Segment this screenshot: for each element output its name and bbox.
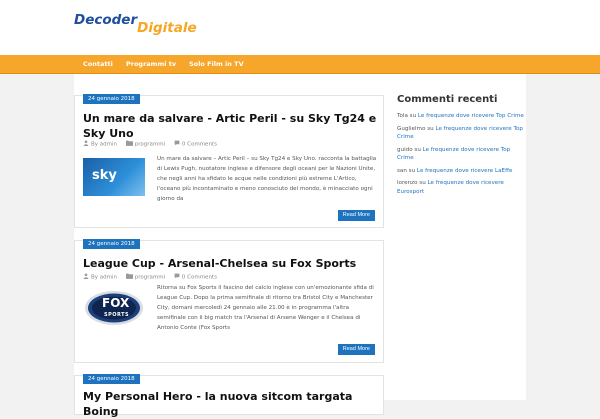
comment-author: lorenzo bbox=[397, 180, 418, 186]
post-excerpt: Un mare da salvare – Artic Peril – su Sk… bbox=[157, 156, 377, 202]
comment-author: Guglielmo bbox=[397, 125, 426, 132]
post-title[interactable]: Un mare da salvare - Artic Peril - su Sk… bbox=[83, 111, 378, 141]
comment-icon bbox=[174, 273, 180, 281]
recent-comment-item: guido su Le frequenze dove ricevere Top … bbox=[397, 146, 526, 163]
folder-icon bbox=[125, 140, 133, 148]
nav-item-contatti[interactable]: Contatti bbox=[83, 55, 113, 74]
comment-connector: su bbox=[427, 125, 434, 132]
recent-comment-item: san su Le frequenze dove ricevere LaEffe bbox=[397, 167, 526, 176]
post-title[interactable]: League Cup - Arsenal-Chelsea su Fox Spor… bbox=[83, 256, 378, 271]
sidebar-recent-comments: Commenti recenti Tola su Le frequenze do… bbox=[397, 94, 526, 200]
sports-logo-text: SPORTS bbox=[104, 312, 130, 318]
post-comments-link[interactable]: 0 Comments bbox=[182, 275, 217, 281]
sky-logo-text: sky bbox=[92, 168, 117, 183]
sidebar-title: Commenti recenti bbox=[397, 94, 498, 105]
post-category-link[interactable]: programmi bbox=[135, 275, 165, 281]
comment-author: Tola bbox=[397, 113, 408, 119]
read-more-button[interactable]: Read More bbox=[337, 210, 375, 221]
post-card: 24 gennaio 2018 Un mare da salvare - Art… bbox=[74, 94, 384, 228]
meta-by: By bbox=[91, 274, 99, 281]
site-header: DecoderDigitale bbox=[0, 0, 600, 55]
user-icon bbox=[83, 140, 89, 148]
post-author-link[interactable]: admin bbox=[100, 142, 117, 148]
comment-icon bbox=[174, 140, 180, 148]
logo-part-digitale: Digitale bbox=[137, 20, 197, 36]
nav-item-solo-film[interactable]: Solo Film in TV bbox=[189, 55, 244, 74]
post-title[interactable]: My Personal Hero - la nuova sitcom targa… bbox=[83, 389, 378, 419]
comment-connector: su bbox=[408, 167, 416, 174]
comment-post-link[interactable]: Le frequenze dove ricevere LaEffe bbox=[417, 168, 512, 174]
comment-post-link[interactable]: Le frequenze dove ricevere Top Crime bbox=[418, 113, 524, 119]
meta-by: By bbox=[91, 141, 99, 148]
comment-connector: su bbox=[409, 113, 417, 119]
recent-comment-item: Guglielmo su Le frequenze dove ricevere … bbox=[397, 125, 526, 142]
comment-author: san bbox=[397, 167, 407, 174]
site-logo[interactable]: DecoderDigitale bbox=[74, 12, 197, 35]
recent-comment-item: Tola su Le frequenze dove ricevere Top C… bbox=[397, 112, 526, 121]
recent-comment-item: lorenzo su Le frequenze dove ricevere Eu… bbox=[397, 179, 526, 196]
post-date-badge[interactable]: 24 gennaio 2018 bbox=[83, 94, 140, 104]
nav-item-programmi-tv[interactable]: Programmi tv bbox=[126, 55, 176, 74]
post-meta: By admin programmi 0 Comments bbox=[83, 140, 217, 148]
post-thumbnail-sky[interactable]: sky bbox=[83, 158, 145, 196]
recent-comments-list: Tola su Le frequenze dove ricevere Top C… bbox=[397, 112, 526, 196]
fox-logo-text: FOX bbox=[102, 296, 130, 310]
post-author-link[interactable]: admin bbox=[100, 275, 117, 281]
post-card: 24 gennaio 2018 My Personal Hero - la nu… bbox=[74, 374, 384, 418]
user-icon bbox=[83, 273, 89, 281]
post-meta: By admin programmi 0 Comments bbox=[83, 273, 217, 281]
post-thumbnail-fox-sports[interactable]: FOX SPORTS bbox=[83, 289, 145, 327]
post-excerpt: Ritorna su Fox Sports il fascino del cal… bbox=[157, 285, 374, 331]
post-date-badge[interactable]: 24 gennaio 2018 bbox=[83, 239, 140, 249]
comment-author: guido bbox=[397, 146, 413, 153]
post-category-link[interactable]: programmi bbox=[135, 142, 165, 148]
post-card: 24 gennaio 2018 League Cup - Arsenal-Che… bbox=[74, 239, 384, 363]
folder-icon bbox=[125, 273, 133, 281]
post-comments-link[interactable]: 0 Comments bbox=[182, 142, 217, 148]
main-nav: Contatti Programmi tv Solo Film in TV bbox=[0, 55, 600, 74]
post-date-badge[interactable]: 24 gennaio 2018 bbox=[83, 374, 140, 384]
comment-connector: su bbox=[419, 180, 426, 186]
read-more-button[interactable]: Read More bbox=[337, 344, 375, 355]
comment-connector: su bbox=[414, 146, 421, 153]
logo-part-decoder: Decoder bbox=[74, 12, 138, 28]
